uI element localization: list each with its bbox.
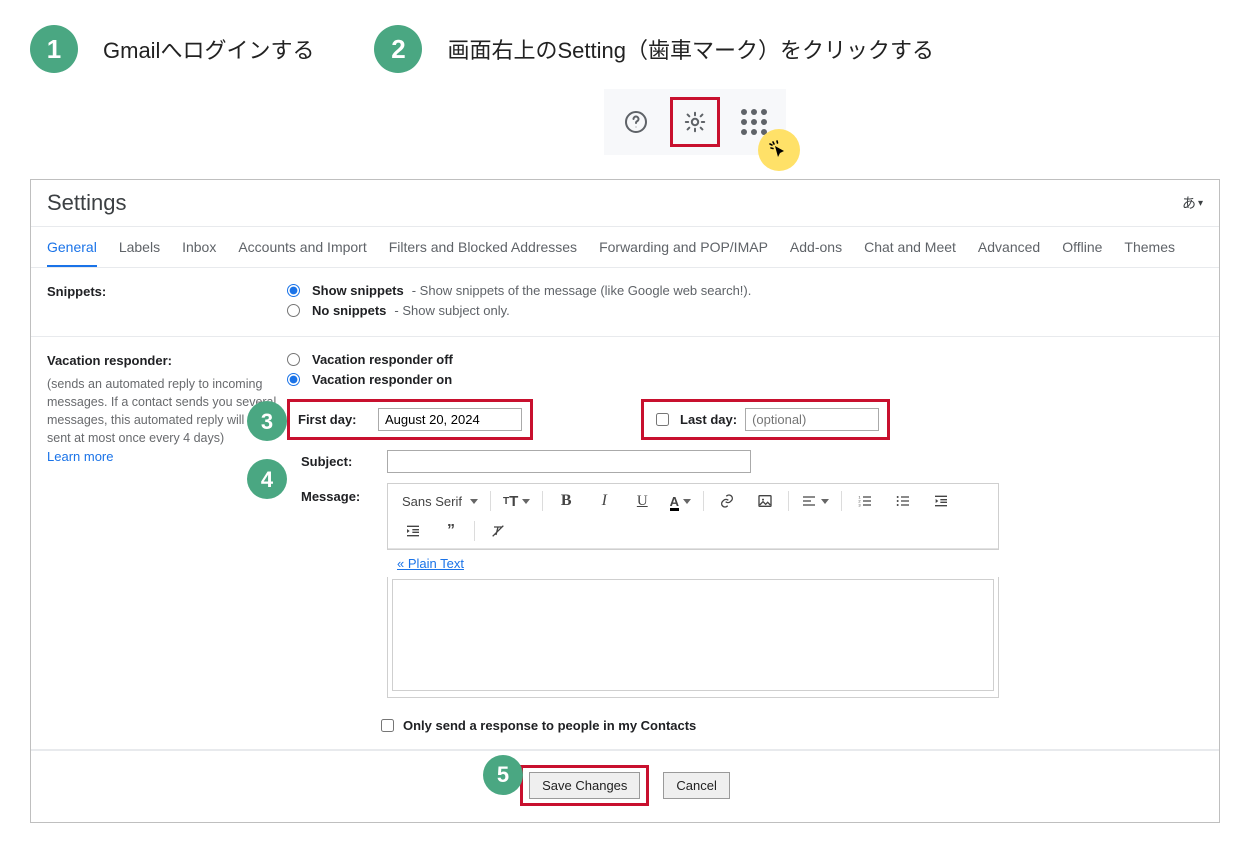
- action-row: 5 Save Changes Cancel: [31, 750, 1219, 822]
- learn-more-link[interactable]: Learn more: [47, 449, 113, 464]
- tab-chat[interactable]: Chat and Meet: [864, 227, 956, 267]
- tab-general[interactable]: General: [47, 227, 97, 268]
- vacation-off-row: Vacation responder off: [287, 351, 1203, 367]
- language-label: あ: [1182, 193, 1196, 213]
- chevron-down-icon: [470, 499, 478, 504]
- subject-label: Subject:: [301, 454, 373, 469]
- tab-labels[interactable]: Labels: [119, 227, 160, 267]
- tab-advanced[interactable]: Advanced: [978, 227, 1040, 267]
- tab-addons[interactable]: Add-ons: [790, 227, 842, 267]
- page-title: Settings: [47, 190, 127, 216]
- vacation-off-label: Vacation responder off: [312, 352, 453, 367]
- tab-inbox[interactable]: Inbox: [182, 227, 216, 267]
- last-day-highlight: Last day:: [641, 399, 890, 440]
- callout-badge-5: 5: [483, 755, 523, 795]
- font-size-tool[interactable]: TT: [497, 489, 536, 514]
- chevron-down-icon: [522, 499, 530, 504]
- tab-filters[interactable]: Filters and Blocked Addresses: [389, 227, 577, 267]
- first-day-highlight: First day:: [287, 399, 533, 440]
- contacts-only-label: Only send a response to people in my Con…: [403, 718, 696, 733]
- text-color-tool[interactable]: A: [663, 490, 697, 513]
- bold-tool[interactable]: B: [549, 488, 583, 514]
- chevron-down-icon: [683, 499, 691, 504]
- save-highlight: Save Changes: [520, 765, 649, 806]
- snippets-hide-label: No snippets: [312, 303, 386, 318]
- click-cursor-icon: [758, 129, 800, 171]
- contacts-only-checkbox[interactable]: [381, 719, 394, 732]
- settings-panel: Settings あ ▾ General Labels Inbox Accoun…: [30, 179, 1220, 823]
- plain-text-link[interactable]: « Plain Text: [387, 550, 999, 577]
- step-1-text: Gmailへログインする: [103, 33, 314, 65]
- bulleted-list-tool[interactable]: [886, 489, 920, 513]
- snippets-hide-row: No snippets - Show subject only.: [287, 302, 1203, 318]
- indent-more-tool[interactable]: [396, 519, 430, 543]
- tab-forwarding[interactable]: Forwarding and POP/IMAP: [599, 227, 768, 267]
- font-family-select[interactable]: Sans Serif: [396, 490, 484, 513]
- indent-less-tool[interactable]: [924, 489, 958, 513]
- underline-tool[interactable]: U: [625, 489, 659, 514]
- step-2-badge: 2: [374, 25, 422, 73]
- tab-accounts[interactable]: Accounts and Import: [238, 227, 366, 267]
- image-tool[interactable]: [748, 489, 782, 513]
- vacation-label-col: Vacation responder: (sends an automated …: [47, 351, 287, 735]
- section-vacation: Vacation responder: (sends an automated …: [31, 337, 1219, 750]
- tab-offline[interactable]: Offline: [1062, 227, 1102, 267]
- settings-gear-highlight: [670, 97, 720, 147]
- last-day-input[interactable]: [745, 408, 879, 431]
- chevron-down-icon: ▾: [1198, 198, 1203, 209]
- contacts-only-row: Only send a response to people in my Con…: [377, 716, 1203, 735]
- svg-text:3: 3: [859, 502, 862, 507]
- vacation-on-row: Vacation responder on: [287, 371, 1203, 387]
- snippets-hide-desc: - Show subject only.: [394, 303, 509, 318]
- numbered-list-tool[interactable]: 123: [848, 489, 882, 513]
- instruction-steps: 1 Gmailへログインする 2 画面右上のSetting（歯車マーク）をクリッ…: [30, 25, 1220, 155]
- snippets-show-desc: - Show snippets of the message (like Goo…: [412, 283, 752, 298]
- step-2: 2 画面右上のSetting（歯車マーク）をクリックする: [374, 25, 934, 155]
- vacation-on-label: Vacation responder on: [312, 372, 452, 387]
- quote-tool[interactable]: ”: [434, 518, 468, 544]
- dates-row: First day: Last day:: [287, 399, 1203, 440]
- first-day-label: First day:: [298, 412, 370, 427]
- step-1: 1 Gmailへログインする: [30, 25, 314, 73]
- snippets-show-row: Show snippets - Show snippets of the mes…: [287, 282, 1203, 298]
- message-label: Message:: [301, 483, 373, 504]
- callout-badge-3: 3: [247, 401, 287, 441]
- vacation-label: Vacation responder:: [47, 353, 172, 368]
- section-snippets: Snippets: Show snippets - Show snippets …: [31, 268, 1219, 337]
- editor-body-wrap: [387, 577, 999, 698]
- vacation-off-radio[interactable]: [287, 353, 300, 366]
- first-day-input[interactable]: [378, 408, 522, 431]
- clear-format-tool[interactable]: [481, 519, 515, 543]
- cancel-button[interactable]: Cancel: [663, 772, 729, 799]
- font-family-label: Sans Serif: [402, 494, 462, 509]
- settings-header: Settings あ ▾: [31, 180, 1219, 226]
- chevron-down-icon: [821, 499, 829, 504]
- italic-tool[interactable]: I: [587, 488, 621, 514]
- help-icon[interactable]: [616, 102, 656, 142]
- step-1-badge: 1: [30, 25, 78, 73]
- subject-input[interactable]: [387, 450, 751, 473]
- tab-themes[interactable]: Themes: [1124, 227, 1175, 267]
- last-day-checkbox[interactable]: [656, 413, 669, 426]
- message-row: Message: Sans Serif TT: [287, 483, 1203, 698]
- snippets-show-radio[interactable]: [287, 284, 300, 297]
- align-tool[interactable]: [795, 489, 835, 513]
- snippets-show-label: Show snippets: [312, 283, 404, 298]
- editor-toolbar: Sans Serif TT B I U A: [388, 484, 998, 549]
- message-body[interactable]: [392, 579, 994, 691]
- rich-editor: Sans Serif TT B I U A: [387, 483, 999, 550]
- vacation-on-radio[interactable]: [287, 373, 300, 386]
- gear-icon[interactable]: [675, 102, 715, 142]
- last-day-label: Last day:: [680, 412, 737, 427]
- callout-badge-4: 4: [247, 459, 287, 499]
- snippets-hide-radio[interactable]: [287, 304, 300, 317]
- save-button[interactable]: Save Changes: [529, 772, 640, 799]
- step-2-text: 画面右上のSetting（歯車マーク）をクリックする: [447, 33, 934, 65]
- language-selector[interactable]: あ ▾: [1182, 193, 1203, 213]
- settings-tabs: General Labels Inbox Accounts and Import…: [31, 226, 1219, 268]
- subject-row: Subject:: [287, 450, 1203, 473]
- header-icon-row: [604, 89, 786, 155]
- snippets-label: Snippets:: [47, 282, 287, 322]
- link-tool[interactable]: [710, 489, 744, 513]
